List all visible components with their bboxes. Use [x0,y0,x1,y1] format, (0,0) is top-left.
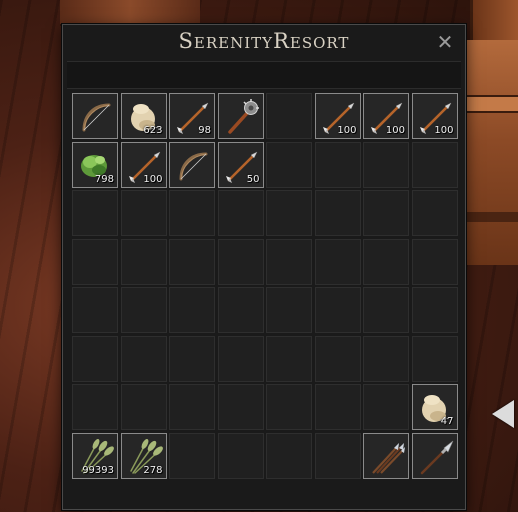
inventory-slot[interactable] [314,190,361,236]
inventory-slot[interactable] [169,190,215,236]
chest-base-trim [465,212,518,222]
background-chest [462,40,518,265]
inventory-slot[interactable] [169,432,215,479]
inventory-slot[interactable] [120,238,167,285]
inventory-slot[interactable]: 98 [169,93,215,139]
inventory-slot[interactable] [411,432,458,479]
inventory-slot[interactable] [266,93,312,139]
inventory-slot[interactable]: 798 [72,141,118,188]
inventory-slot[interactable]: 50 [217,141,264,188]
inventory-slot[interactable] [72,238,118,285]
inventory-slot[interactable] [411,141,458,188]
close-icon[interactable]: ✕ [435,32,455,52]
inventory-slot[interactable] [72,287,118,333]
inventory-slot[interactable] [363,432,409,479]
inventory-slot[interactable] [217,190,264,236]
inventory-slot[interactable] [169,384,215,430]
inventory-slot[interactable] [314,384,361,430]
inventory-slot[interactable] [72,93,118,139]
item-quantity: 623 [143,125,163,136]
inventory-slot[interactable] [217,335,264,382]
inventory-slot[interactable] [120,190,167,236]
inventory-slot[interactable] [363,141,409,188]
inventory-slot[interactable] [411,190,458,236]
inventory-slot[interactable] [363,238,409,285]
item-quantity: 98 [198,125,211,136]
item-quantity: 47 [440,416,454,427]
item-quantity: 99393 [82,464,114,476]
inventory-slot[interactable] [314,432,361,479]
inventory-slot[interactable] [217,384,264,430]
item-quantity: 100 [434,125,454,136]
inventory-slot[interactable] [72,190,118,236]
item-quantity: 798 [94,173,114,185]
bow-icon [76,97,116,137]
inventory-slot[interactable]: 278 [120,432,167,479]
inventory-slot[interactable] [217,432,264,479]
item-quantity: 50 [246,173,260,185]
inventory-slot[interactable] [217,238,264,285]
inventory-slot[interactable] [363,335,409,382]
inventory-slot[interactable] [314,335,361,382]
triple-spear-icon [367,437,407,477]
inventory-slot[interactable]: 100 [120,141,167,188]
inventory-slot[interactable] [169,238,215,285]
inventory-slot[interactable] [411,238,458,285]
mouse-cursor-icon [492,400,514,428]
inventory-slot[interactable] [266,190,312,236]
inventory-grid: 623 98 100 100 100 798 100 50 47 99393 2… [72,93,458,479]
inventory-slot[interactable] [266,141,312,188]
inventory-slot[interactable] [411,287,458,333]
inventory-slot[interactable] [266,238,312,285]
inventory-slot[interactable] [411,335,458,382]
inventory-slot[interactable] [266,432,312,479]
inventory-slot[interactable] [266,335,312,382]
inventory-slot[interactable] [120,287,167,333]
background-wood-rail [470,0,518,40]
item-quantity: 100 [385,125,405,136]
item-quantity: 100 [337,125,357,136]
mace-icon [222,97,262,137]
inventory-slot[interactable]: 47 [411,384,458,430]
background-wood-beam [60,0,200,26]
window-title: SerenityResort [178,29,350,53]
inventory-slot[interactable] [266,384,312,430]
inventory-slot[interactable] [72,335,118,382]
inventory-slot[interactable] [314,141,361,188]
inventory-slot[interactable]: 99393 [72,432,118,479]
inventory-slot[interactable] [120,384,167,430]
inventory-slot[interactable]: 100 [363,93,409,139]
inventory-slot[interactable] [363,287,409,333]
window-subbar [67,61,461,89]
inventory-window: SerenityResort ✕ 623 98 100 100 100 798 … [62,24,466,510]
window-titlebar[interactable]: SerenityResort ✕ [63,25,465,61]
inventory-slot[interactable] [72,384,118,430]
spear-icon [416,437,456,477]
inventory-slot[interactable] [169,141,215,188]
inventory-slot[interactable] [314,238,361,285]
inventory-slot[interactable] [266,287,312,333]
inventory-slot[interactable] [120,335,167,382]
inventory-slot[interactable] [169,287,215,333]
inventory-slot[interactable] [314,287,361,333]
bow-icon [173,146,213,186]
inventory-slot[interactable]: 100 [314,93,361,139]
inventory-slot[interactable] [217,287,264,333]
chest-lid-trim [465,95,518,113]
inventory-slot[interactable] [363,384,409,430]
inventory-slot[interactable]: 623 [120,93,167,139]
inventory-slot[interactable] [363,190,409,236]
inventory-slot[interactable] [217,93,264,139]
inventory-slot[interactable]: 100 [411,93,458,139]
inventory-slot[interactable] [169,335,215,382]
item-quantity: 278 [143,464,163,476]
item-quantity: 100 [143,173,163,185]
